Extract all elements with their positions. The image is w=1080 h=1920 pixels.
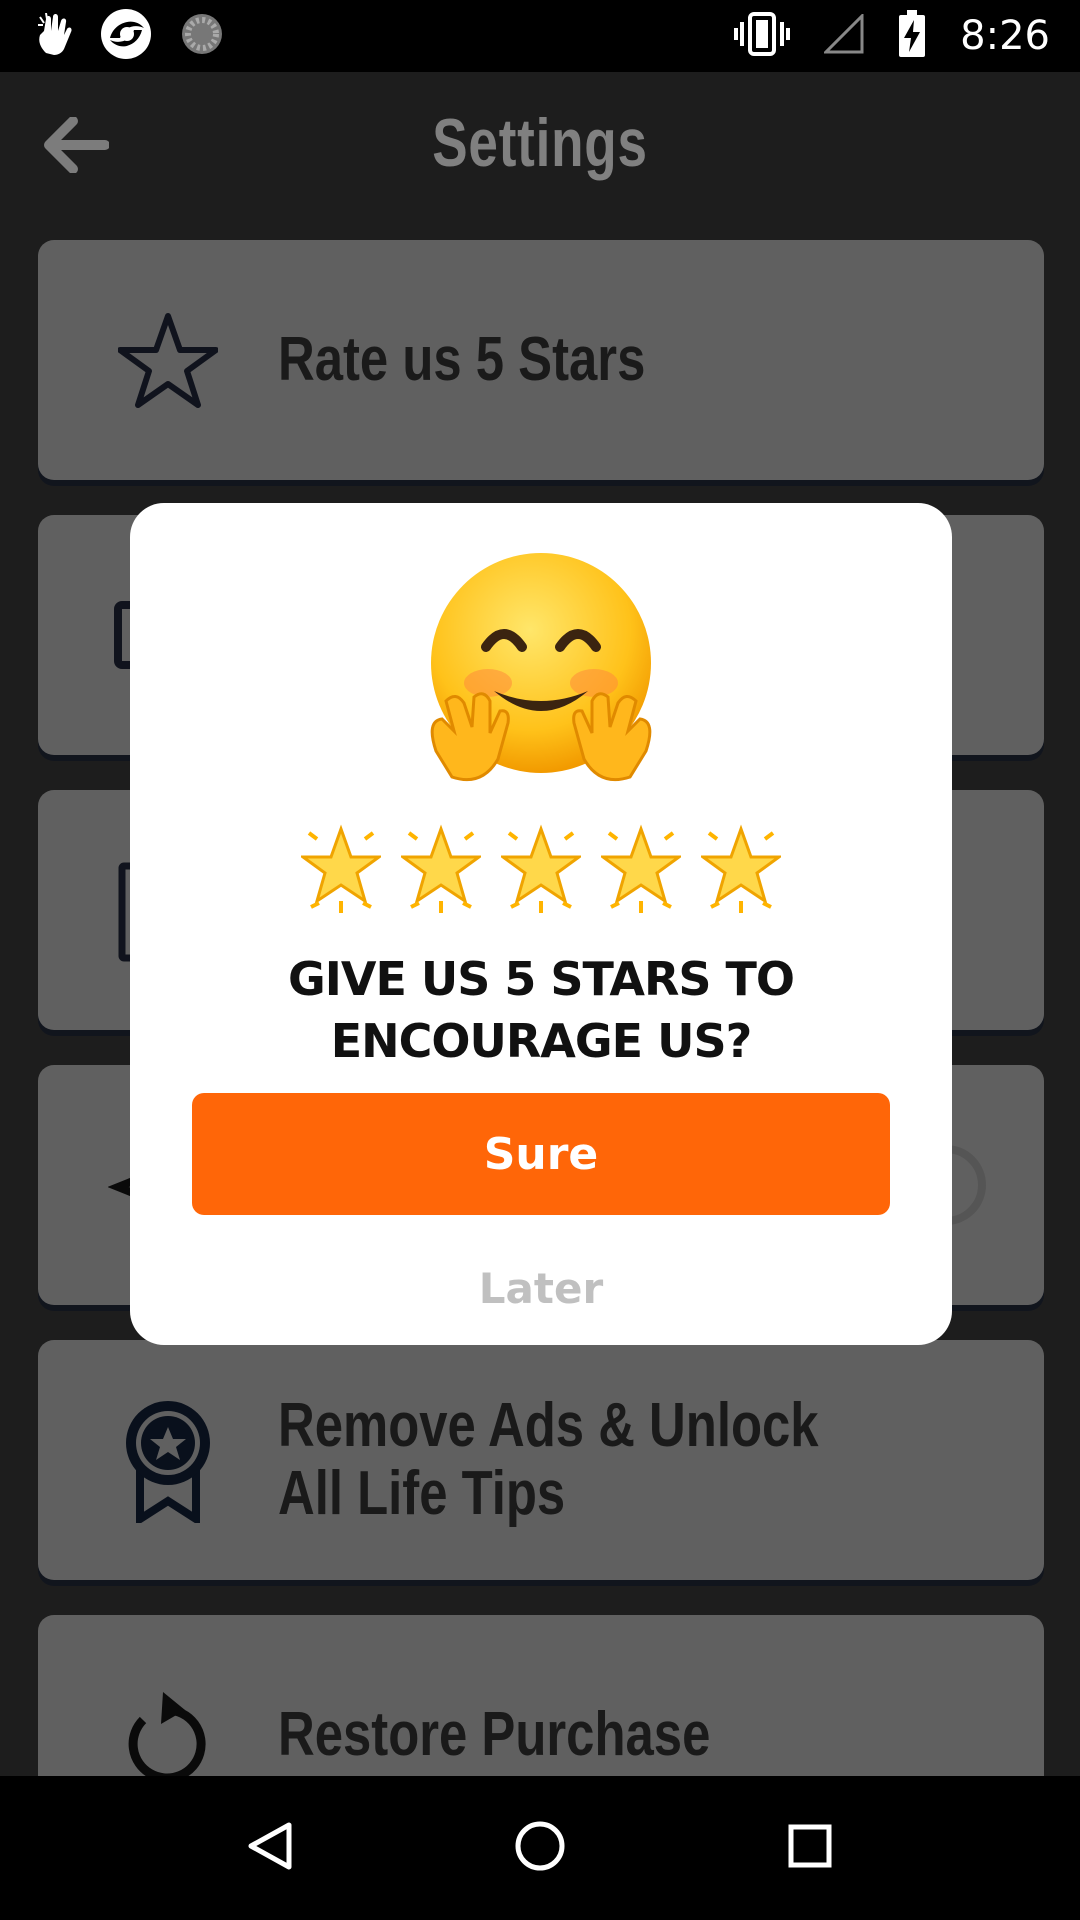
recents-square-icon [787,1823,833,1874]
sure-button[interactable]: Sure [192,1093,890,1215]
signal-empty-icon [822,11,864,59]
vibrate-icon [734,11,791,61]
star-icon[interactable] [598,823,684,915]
rating-stars [130,823,952,915]
navigation-bar [0,1776,1080,1920]
star-icon[interactable] [498,823,584,915]
back-triangle-icon [245,1821,295,1876]
nav-recents-button[interactable] [774,1812,846,1884]
star-icon[interactable] [298,823,384,915]
hugging-face-icon [416,551,666,791]
battery-charging-icon [898,9,926,63]
nav-home-button[interactable] [504,1812,576,1884]
hand-pointer-icon [36,12,72,60]
loading-spinner-icon [180,12,224,61]
rating-dialog: GIVE US 5 STARS TO ENCOURAGE US? Sure La… [130,503,952,1345]
app-circle-icon [100,8,152,65]
nav-back-button[interactable] [234,1812,306,1884]
dialog-title: GIVE US 5 STARS TO ENCOURAGE US? [287,952,795,1068]
status-bar-left [36,8,224,61]
later-button[interactable]: Later [391,1253,691,1323]
status-bar-right: 8:26 [734,9,1050,63]
status-bar: 8:26 [0,0,1080,72]
home-circle-icon [514,1820,566,1877]
star-icon[interactable] [398,823,484,915]
status-time: 8:26 [960,13,1050,59]
star-icon[interactable] [698,823,784,915]
